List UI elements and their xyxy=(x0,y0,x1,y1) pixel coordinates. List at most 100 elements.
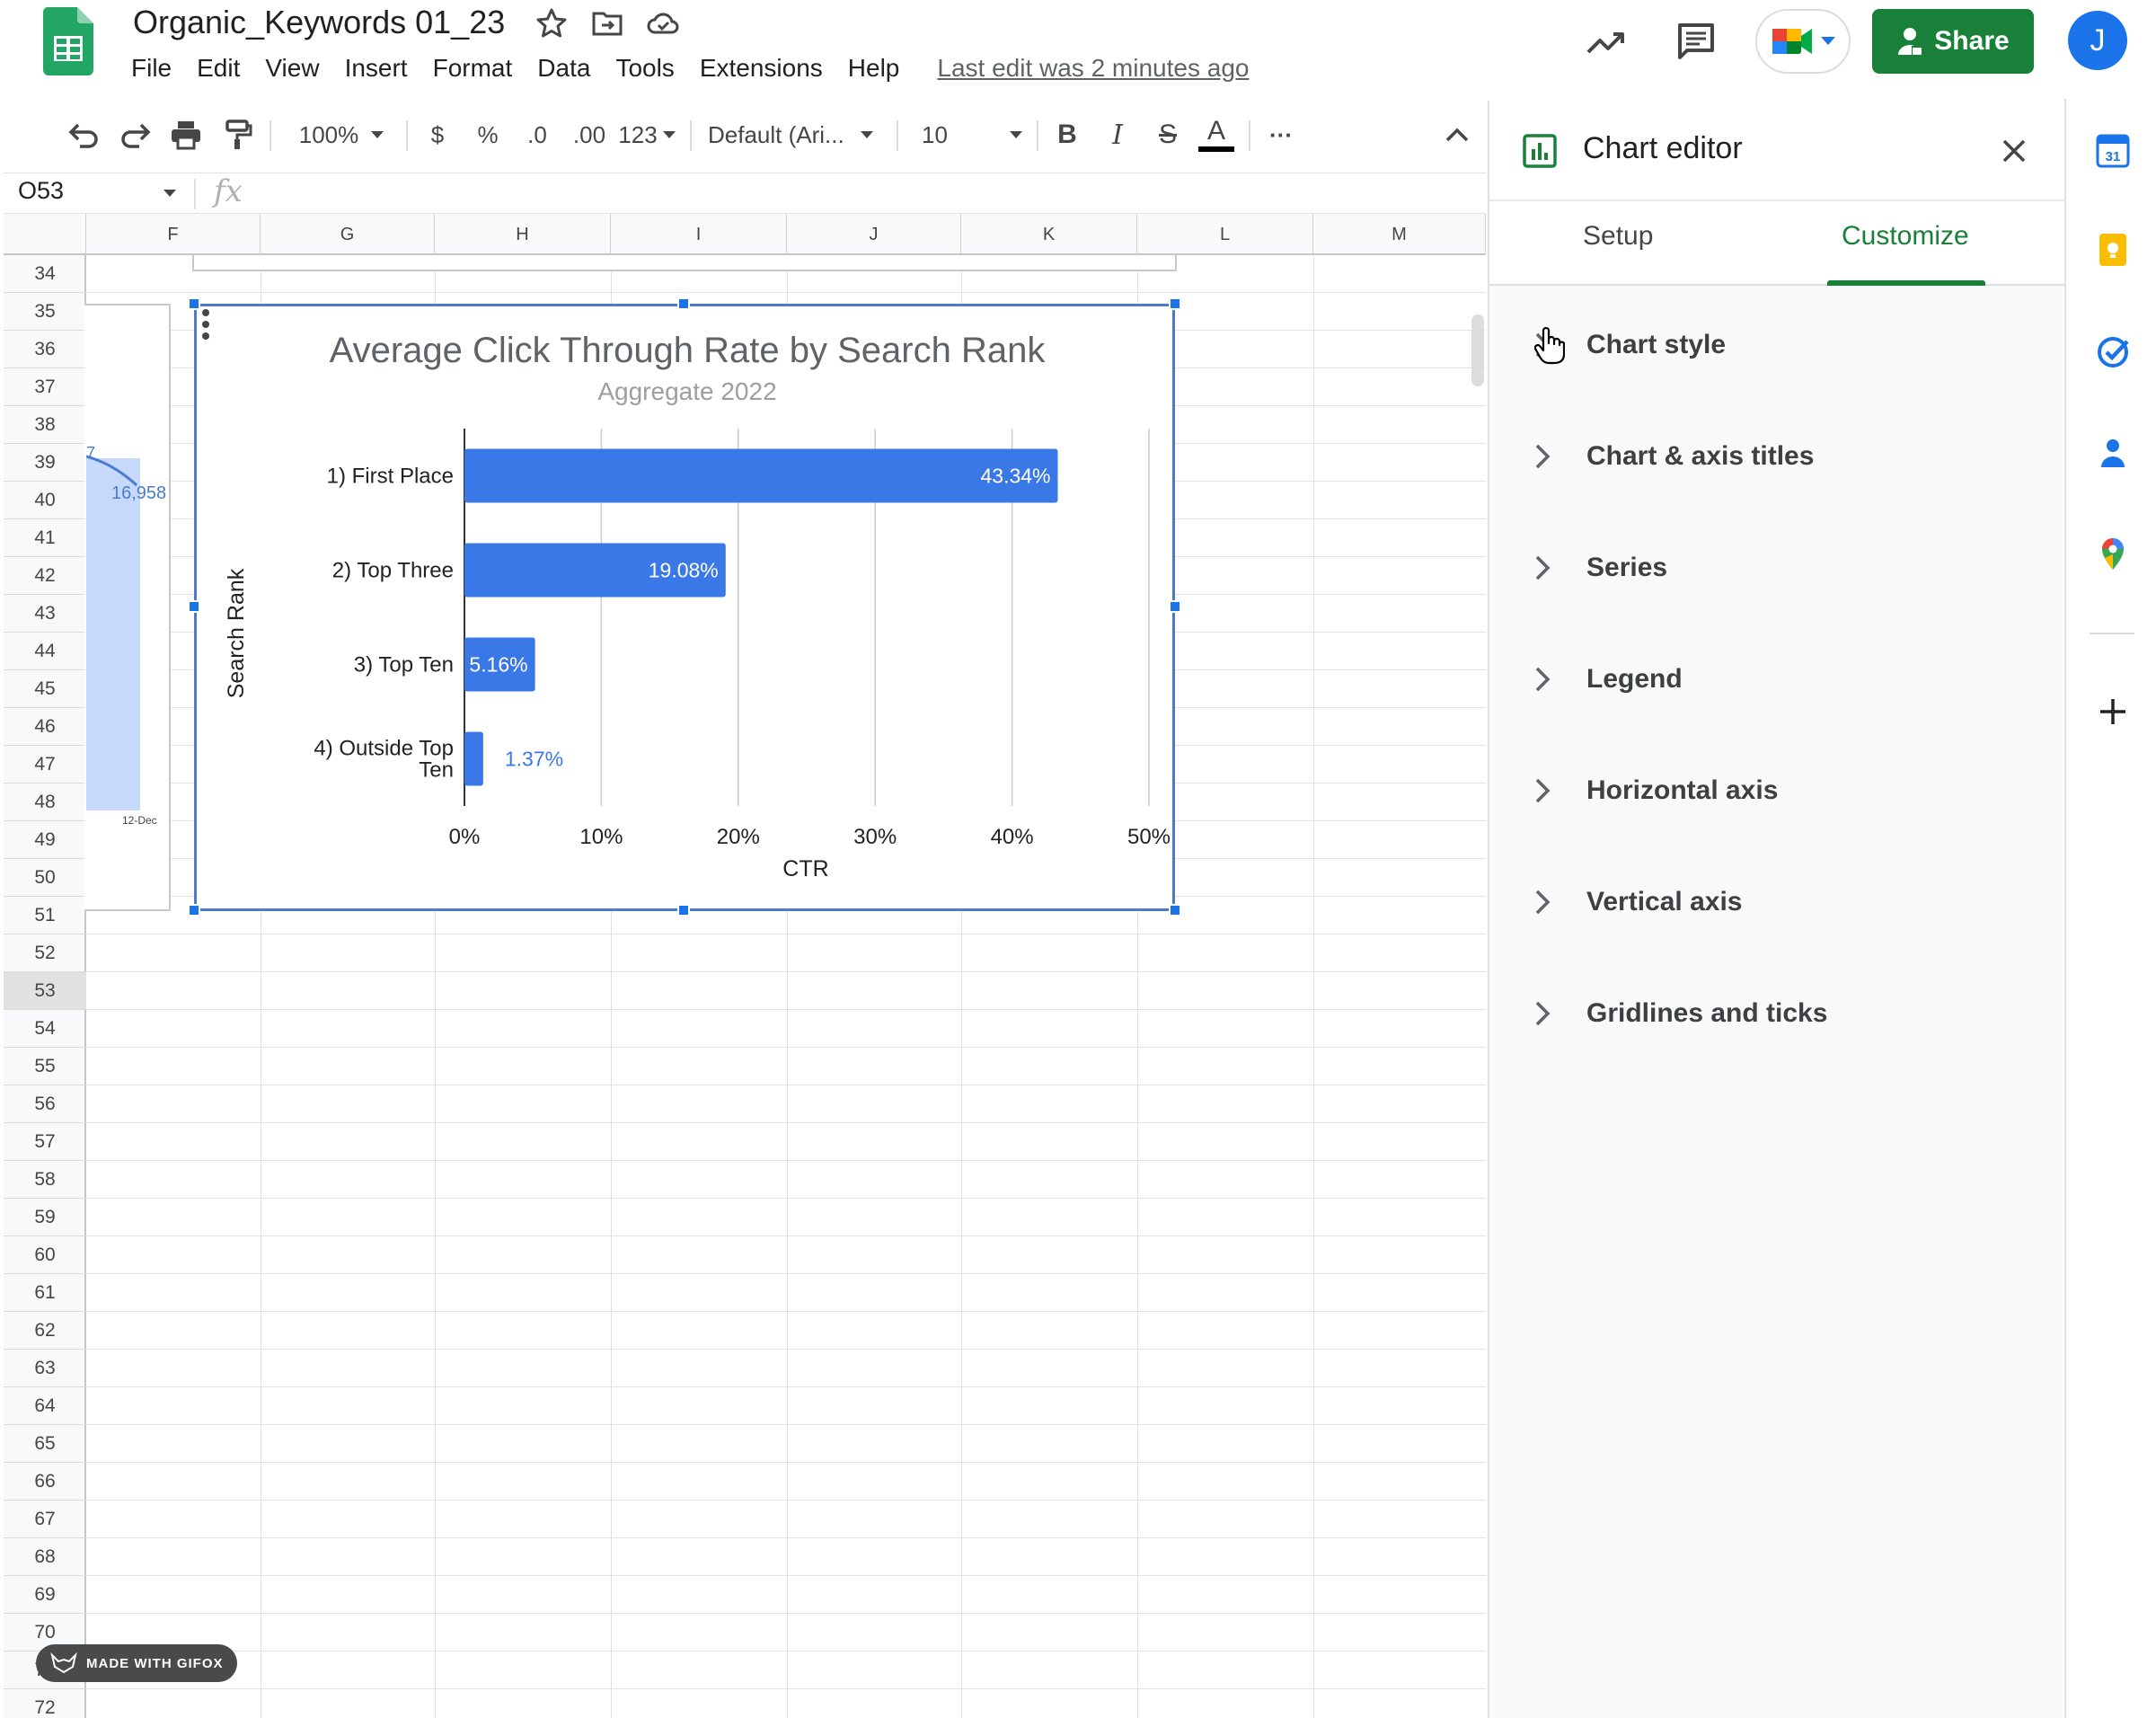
row-header-65[interactable]: 65 xyxy=(4,1425,86,1463)
font-family-select[interactable]: Default (Ari... xyxy=(708,101,888,169)
more-options-button[interactable]: ··· xyxy=(1261,101,1301,169)
row-header-67[interactable]: 67 xyxy=(4,1501,86,1538)
row-header-47[interactable]: 47 xyxy=(4,746,86,784)
row-header-35[interactable]: 35 xyxy=(4,293,86,331)
section-chart-axis-titles[interactable]: Chart & axis titles xyxy=(1489,401,2064,512)
user-avatar[interactable]: J xyxy=(2068,11,2127,70)
column-header-h[interactable]: H xyxy=(435,214,611,255)
row-header-64[interactable]: 64 xyxy=(4,1387,86,1425)
document-title[interactable]: Organic_Keywords 01_23 xyxy=(133,4,505,41)
name-box[interactable]: O53 xyxy=(18,177,64,205)
section-legend[interactable]: Legend xyxy=(1489,624,2064,735)
chart-menu-icon[interactable] xyxy=(197,306,215,342)
row-header-56[interactable]: 56 xyxy=(4,1085,86,1123)
row-header-46[interactable]: 46 xyxy=(4,708,86,746)
row-header-45[interactable]: 45 xyxy=(4,670,86,708)
row-header-37[interactable]: 37 xyxy=(4,368,86,406)
resize-handle[interactable] xyxy=(188,600,200,613)
resize-handle[interactable] xyxy=(188,904,200,917)
row-header-50[interactable]: 50 xyxy=(4,859,86,897)
row-header-52[interactable]: 52 xyxy=(4,934,86,972)
paint-format-button[interactable] xyxy=(217,101,259,169)
decrease-decimal-button[interactable]: .0 xyxy=(517,101,557,169)
menu-help[interactable]: Help xyxy=(848,54,900,83)
resize-handle[interactable] xyxy=(1169,904,1181,917)
contacts-icon[interactable] xyxy=(2095,435,2131,471)
tab-setup[interactable]: Setup xyxy=(1583,221,1653,252)
row-header-54[interactable]: 54 xyxy=(4,1010,86,1048)
row-header-42[interactable]: 42 xyxy=(4,557,86,595)
row-header-44[interactable]: 44 xyxy=(4,633,86,670)
percent-format-button[interactable]: % xyxy=(469,101,507,169)
print-button[interactable] xyxy=(165,101,207,169)
resize-handle[interactable] xyxy=(188,297,200,310)
column-header-k[interactable]: K xyxy=(961,214,1137,255)
row-header-39[interactable]: 39 xyxy=(4,444,86,482)
menu-format[interactable]: Format xyxy=(433,54,513,83)
keep-icon[interactable] xyxy=(2095,232,2131,268)
add-icon[interactable] xyxy=(2095,694,2131,730)
more-formats-select[interactable]: 123 xyxy=(614,101,679,169)
resize-handle[interactable] xyxy=(1169,297,1181,310)
menu-data[interactable]: Data xyxy=(537,54,590,83)
row-header-43[interactable]: 43 xyxy=(4,595,86,633)
bold-button[interactable]: B xyxy=(1047,101,1087,169)
row-header-53[interactable]: 53 xyxy=(4,972,86,1010)
row-header-38[interactable]: 38 xyxy=(4,406,86,444)
row-header-63[interactable]: 63 xyxy=(4,1350,86,1387)
sheets-logo-icon[interactable] xyxy=(43,7,93,75)
row-header-60[interactable]: 60 xyxy=(4,1236,86,1274)
vertical-scrollbar[interactable] xyxy=(1471,314,1484,386)
undo-button[interactable] xyxy=(63,101,104,169)
strikethrough-button[interactable]: S xyxy=(1148,101,1188,169)
cloud-status-icon[interactable] xyxy=(645,5,681,41)
text-color-button[interactable]: A xyxy=(1195,101,1238,169)
close-icon[interactable] xyxy=(2000,137,2028,165)
row-header-34[interactable]: 34 xyxy=(4,255,86,293)
share-button[interactable]: Share xyxy=(1872,9,2034,74)
currency-format-button[interactable]: $ xyxy=(419,101,456,169)
column-header-g[interactable]: G xyxy=(261,214,435,255)
row-header-49[interactable]: 49 xyxy=(4,821,86,859)
row-header-72[interactable]: 72 xyxy=(4,1689,86,1718)
menu-view[interactable]: View xyxy=(265,54,319,83)
bar-chart[interactable]: Average Click Through Rate by Search Ran… xyxy=(194,304,1175,911)
row-header-58[interactable]: 58 xyxy=(4,1161,86,1199)
row-header-66[interactable]: 66 xyxy=(4,1463,86,1501)
menu-file[interactable]: File xyxy=(131,54,172,83)
section-horizontal-axis[interactable]: Horizontal axis xyxy=(1489,735,2064,846)
tasks-icon[interactable] xyxy=(2095,334,2131,370)
select-all-corner[interactable] xyxy=(4,214,86,255)
maps-icon[interactable] xyxy=(2095,536,2131,571)
column-header-m[interactable]: M xyxy=(1313,214,1486,255)
menu-extensions[interactable]: Extensions xyxy=(700,54,823,83)
comments-icon[interactable] xyxy=(1674,20,1718,63)
x-axis-title[interactable]: CTR xyxy=(782,856,828,881)
y-axis-title[interactable]: Search Rank xyxy=(224,568,249,698)
star-icon[interactable] xyxy=(534,5,570,41)
font-size-select[interactable]: 10 xyxy=(916,101,1028,169)
chart-subtitle[interactable]: Aggregate 2022 xyxy=(597,377,776,405)
redo-button[interactable] xyxy=(115,101,156,169)
section-gridlines-and-ticks[interactable]: Gridlines and ticks xyxy=(1489,958,2064,1069)
section-series[interactable]: Series xyxy=(1489,512,2064,624)
last-edit-link[interactable]: Last edit was 2 minutes ago xyxy=(937,54,1249,83)
move-folder-icon[interactable] xyxy=(589,5,625,41)
italic-button[interactable]: I xyxy=(1098,101,1137,169)
row-header-48[interactable]: 48 xyxy=(4,784,86,821)
row-header-69[interactable]: 69 xyxy=(4,1576,86,1614)
section-vertical-axis[interactable]: Vertical axis xyxy=(1489,846,2064,958)
increase-decimal-button[interactable]: .00 xyxy=(566,101,613,169)
chevron-down-icon[interactable] xyxy=(163,190,176,197)
row-header-55[interactable]: 55 xyxy=(4,1048,86,1085)
menu-tools[interactable]: Tools xyxy=(615,54,674,83)
row-header-41[interactable]: 41 xyxy=(4,519,86,557)
row-header-36[interactable]: 36 xyxy=(4,331,86,368)
menu-insert[interactable]: Insert xyxy=(345,54,408,83)
bar[interactable] xyxy=(464,448,1058,503)
row-header-59[interactable]: 59 xyxy=(4,1199,86,1236)
column-header-l[interactable]: L xyxy=(1137,214,1313,255)
collapse-toolbar-button[interactable] xyxy=(1437,101,1477,169)
resize-handle[interactable] xyxy=(677,904,690,917)
row-header-62[interactable]: 62 xyxy=(4,1312,86,1350)
